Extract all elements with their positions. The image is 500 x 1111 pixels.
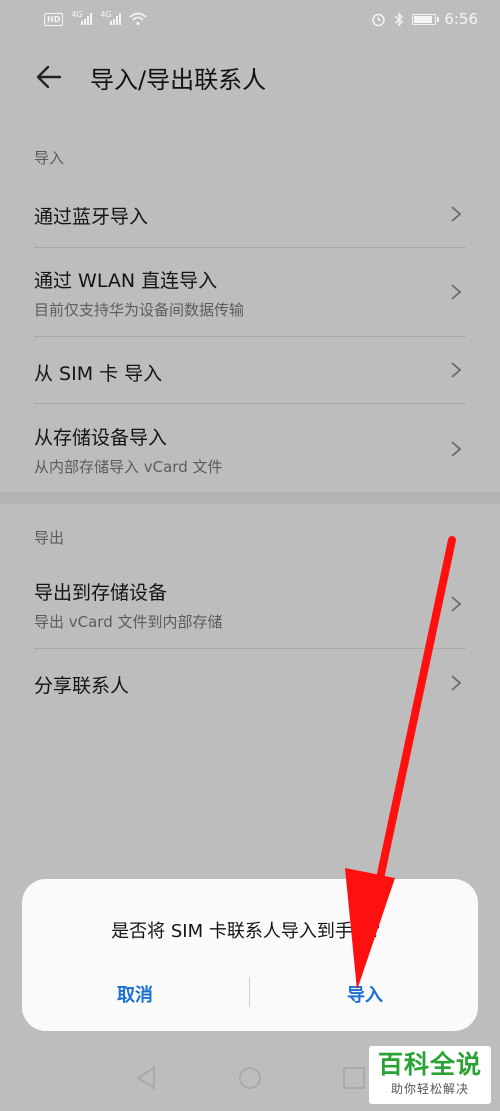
import-button[interactable]: 导入 — [252, 981, 478, 1007]
list-item-sim-import[interactable]: 从 SIM 卡 导入 — [34, 359, 466, 385]
signal-icon: 4G — [71, 10, 93, 25]
app-bar: 导入/导出联系人 — [0, 50, 500, 102]
dialog-message: 是否将 SIM 卡联系人导入到手机？ — [111, 921, 389, 942]
section-header-export: 导出 — [34, 529, 65, 547]
item-title: 通过 WLAN 直连导入 — [34, 270, 218, 292]
hd-icon: HD — [44, 12, 64, 26]
cancel-button[interactable]: 取消 — [22, 981, 248, 1007]
divider — [34, 648, 466, 649]
watermark-subtitle: 助你轻松解决 — [390, 1082, 469, 1096]
section-header-import: 导入 — [34, 149, 65, 167]
list-item-wlan-direct-import[interactable]: 通过 WLAN 直连导入 目前仅支持华为设备间数据传输 — [34, 266, 466, 322]
item-title: 通过蓝牙导入 — [34, 206, 149, 228]
item-title: 分享联系人 — [34, 675, 130, 697]
watermark-logo: 百科全说 助你轻松解决 — [369, 1046, 491, 1104]
item-title: 从存储设备导入 — [34, 427, 168, 449]
list-item-export-storage[interactable]: 导出到存储设备 导出 vCard 文件到内部存储 — [34, 578, 466, 634]
chevron-right-icon — [451, 206, 462, 222]
list-item-bluetooth-import[interactable]: 通过蓝牙导入 — [34, 202, 466, 228]
chevron-right-icon — [451, 596, 462, 612]
wifi-icon — [129, 12, 147, 26]
watermark-title: 百科全说 — [377, 1050, 482, 1079]
list-item-storage-import[interactable]: 从存储设备导入 从内部存储导入 vCard 文件 — [34, 423, 466, 479]
item-subtitle: 导出 vCard 文件到内部存储 — [34, 613, 223, 631]
chevron-right-icon — [451, 675, 462, 691]
item-title: 导出到存储设备 — [34, 582, 168, 604]
dialog-button-divider — [249, 977, 250, 1007]
signal-icon: 4G — [100, 10, 122, 25]
sim-import-dialog: 是否将 SIM 卡联系人导入到手机？ 取消 导入 — [22, 879, 478, 1031]
nav-home-icon — [239, 1067, 261, 1089]
divider — [34, 403, 466, 404]
bluetooth-icon — [394, 11, 404, 27]
chevron-right-icon — [451, 284, 462, 300]
status-bar: HD 4G 4G 6:56 — [0, 0, 500, 38]
page-title: 导入/导出联系人 — [90, 66, 267, 94]
divider — [34, 336, 466, 337]
divider — [34, 247, 466, 248]
chevron-right-icon — [451, 362, 462, 378]
item-subtitle: 目前仅支持华为设备间数据传输 — [34, 301, 245, 319]
item-subtitle: 从内部存储导入 vCard 文件 — [34, 458, 223, 476]
chevron-right-icon — [451, 441, 462, 457]
nav-recents-icon — [343, 1067, 365, 1089]
section-separator — [0, 492, 500, 504]
status-time: 6:56 — [444, 10, 478, 28]
back-arrow-icon[interactable] — [34, 62, 64, 92]
nav-back-icon — [136, 1066, 155, 1090]
alarm-icon — [372, 13, 386, 26]
item-title: 从 SIM 卡 导入 — [34, 363, 163, 385]
list-item-share-contacts[interactable]: 分享联系人 — [34, 671, 466, 697]
battery-icon — [412, 13, 440, 25]
